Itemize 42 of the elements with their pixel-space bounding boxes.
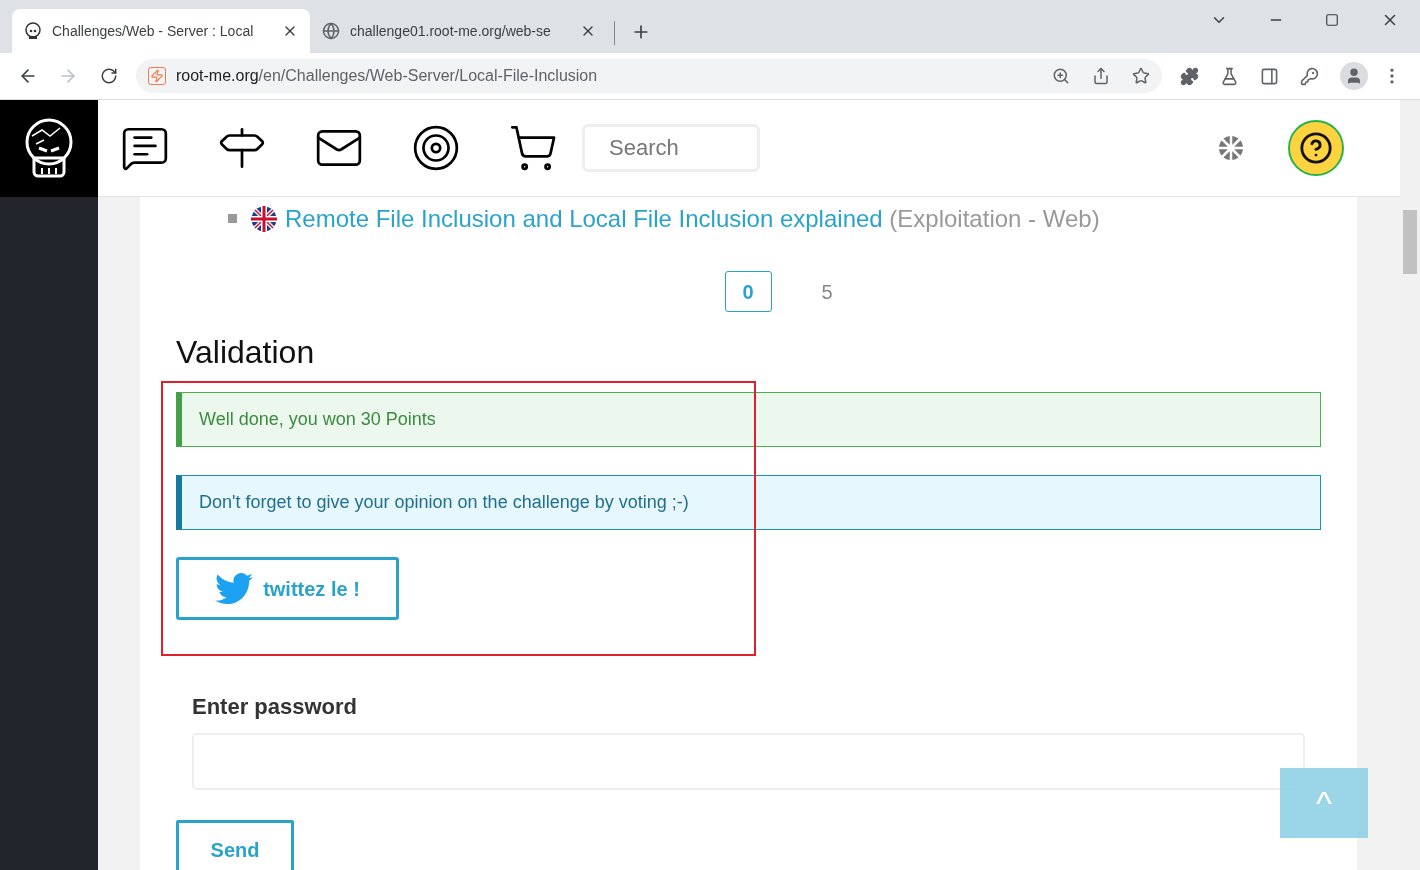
extensions-icon[interactable] <box>1180 66 1200 86</box>
password-field[interactable] <box>192 733 1305 790</box>
search-field[interactable]: Search <box>582 124 760 172</box>
target-icon[interactable] <box>411 123 461 173</box>
url-text: root-me.org/en/Challenges/Web-Server/Local-File-Inclusion <box>175 66 598 86</box>
page-link[interactable]: 5 <box>803 271 851 313</box>
zoom-icon[interactable] <box>1052 67 1071 85</box>
reload-icon[interactable] <box>99 67 118 85</box>
skull-logo-icon <box>24 117 74 180</box>
resource-link[interactable]: Remote File Inclusion and Local File Inclusion explained <box>285 204 883 232</box>
page-link[interactable]: 0 <box>724 271 772 313</box>
key-icon[interactable] <box>1300 66 1320 86</box>
bullet-icon <box>228 214 237 224</box>
scrollbar[interactable] <box>1400 100 1420 870</box>
tab-title: challenge01.root-me.org/web-se <box>350 21 552 41</box>
flask-icon[interactable] <box>1220 66 1240 86</box>
address-bar[interactable]: root-me.org/en/Challenges/Web-Server/Local-File-Inclusion <box>135 59 1163 93</box>
tab-title: Challenges/Web - Server : Local <box>52 21 255 41</box>
browser-tab[interactable]: Challenges/Web - Server : Local <box>12 9 310 53</box>
send-button[interactable]: Send <box>176 820 294 870</box>
cart-icon[interactable] <box>508 123 558 173</box>
profile-avatar[interactable] <box>1340 62 1369 90</box>
field-label: Enter password <box>192 693 359 721</box>
side-panel-icon[interactable] <box>1260 66 1280 86</box>
star-icon[interactable] <box>1132 67 1151 85</box>
share-icon[interactable] <box>1092 67 1111 85</box>
flag-icon[interactable] <box>1218 135 1244 161</box>
back-to-top-button[interactable]: ^ <box>1280 768 1368 838</box>
info-alert: Don't forget to give your opinion on the challenge by voting ;-) <box>176 475 1321 531</box>
flag-icon <box>251 205 277 232</box>
success-alert: Well done, you won 30 Points <box>176 392 1321 448</box>
site-logo[interactable] <box>0 100 98 197</box>
tweet-button[interactable]: twittez le ! <box>176 557 399 620</box>
bird-icon <box>215 572 254 605</box>
skull-icon <box>24 22 42 40</box>
maximize-icon[interactable] <box>1325 13 1339 27</box>
user-avatar[interactable] <box>1288 120 1344 176</box>
site-icon <box>147 67 166 85</box>
resource-category: (Exploitation - Web) <box>889 204 1100 232</box>
globe-icon <box>322 22 340 40</box>
section-heading: Validation <box>176 333 316 373</box>
browser-tab[interactable]: challenge01.root-me.org/web-se <box>310 9 608 53</box>
